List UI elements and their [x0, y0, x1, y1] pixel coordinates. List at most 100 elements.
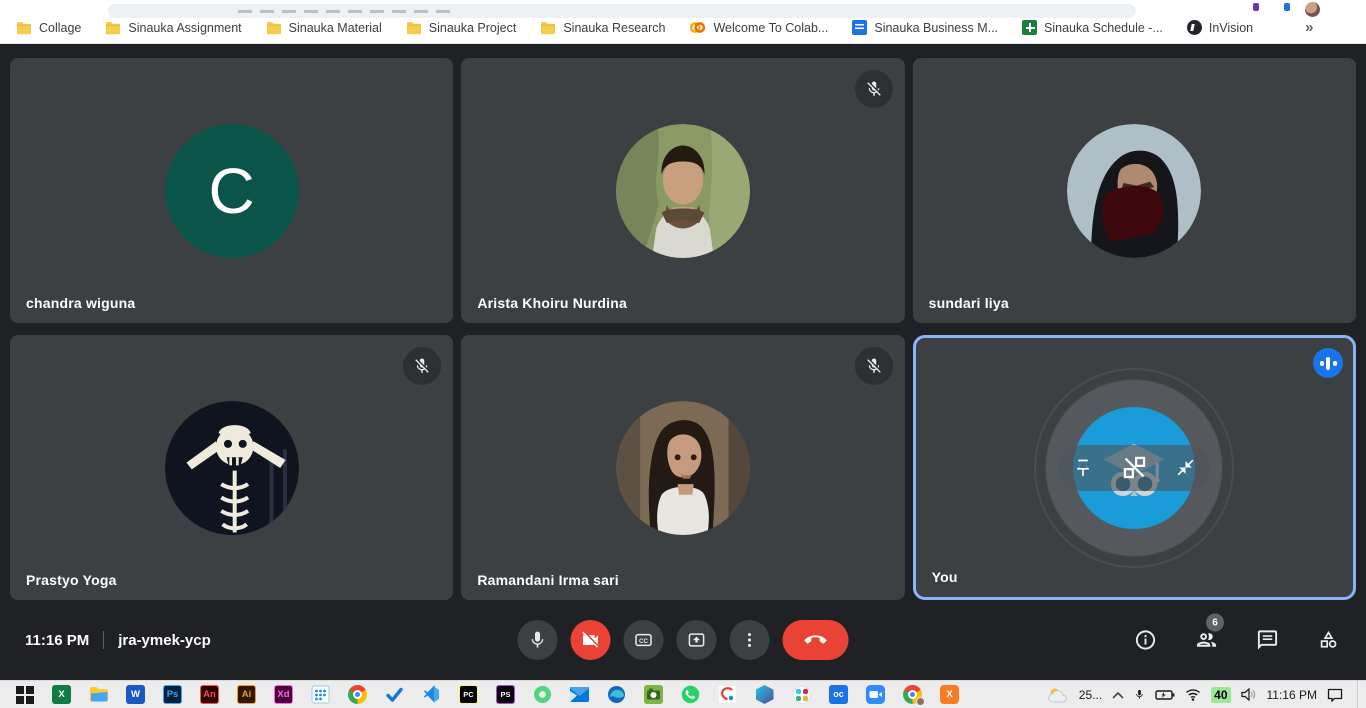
- folder-icon: [540, 21, 556, 35]
- participant-count-badge: 6: [1206, 614, 1224, 632]
- participant-name: Arista Khoiru Nurdina: [477, 295, 627, 311]
- tray-expand-chevron-icon[interactable]: [1112, 691, 1124, 699]
- taskbar-hexagon-app[interactable]: [746, 681, 783, 708]
- present-button[interactable]: [677, 620, 717, 660]
- taskbar-pinwheel-app[interactable]: [783, 681, 820, 708]
- taskbar-corel[interactable]: [709, 681, 746, 708]
- captions-icon: CC: [634, 630, 654, 650]
- svg-text:CC: CC: [639, 638, 649, 645]
- video-camera-icon: [866, 685, 885, 704]
- bookmark-label: Welcome To Colab...: [713, 21, 828, 35]
- pin-tile-button[interactable]: [1073, 458, 1093, 478]
- tray-battery-icon[interactable]: [1155, 689, 1175, 701]
- bookmark-welcome-colab[interactable]: Welcome To Colab...: [689, 20, 828, 35]
- taskbar-chrome[interactable]: [339, 681, 376, 708]
- battery-percent-badge[interactable]: 40: [1211, 687, 1230, 703]
- bookmarks-overflow-chevron-icon[interactable]: »: [1301, 19, 1317, 36]
- bookmark-label: InVision: [1209, 21, 1253, 35]
- bookmark-sinauka-project[interactable]: Sinauka Project: [406, 21, 517, 35]
- chat-icon: [1256, 629, 1279, 652]
- taskbar-edge[interactable]: [598, 681, 635, 708]
- animate-icon: An: [200, 685, 219, 704]
- microphone-button[interactable]: [518, 620, 558, 660]
- participant-tile-arista[interactable]: Arista Khoiru Nurdina: [461, 58, 904, 323]
- captions-button[interactable]: CC: [624, 620, 664, 660]
- more-options-button[interactable]: [730, 620, 770, 660]
- bookmark-sinauka-schedule[interactable]: Sinauka Schedule -...: [1022, 20, 1163, 35]
- taskbar-calendar[interactable]: [302, 681, 339, 708]
- minimize-tile-button[interactable]: [1176, 458, 1195, 477]
- bookmark-collage[interactable]: Collage: [16, 21, 81, 35]
- taskbar-excel[interactable]: X: [43, 681, 80, 708]
- taskbar-mail[interactable]: [561, 681, 598, 708]
- bookmark-sinauka-business[interactable]: Sinauka Business M...: [852, 20, 998, 35]
- extension-icon[interactable]: [1253, 3, 1259, 11]
- meeting-clock: 11:16 PM: [25, 632, 89, 649]
- taskbar-vscode[interactable]: [413, 681, 450, 708]
- start-button[interactable]: [6, 681, 43, 708]
- participant-tile-chandra[interactable]: C chandra wiguna: [10, 58, 453, 323]
- remove-tile-button[interactable]: [1121, 454, 1148, 481]
- tray-clock[interactable]: 11:16 PM: [1267, 688, 1317, 702]
- chat-button[interactable]: [1256, 629, 1279, 652]
- weather-icon[interactable]: [1047, 687, 1069, 703]
- leave-call-button[interactable]: [783, 620, 849, 660]
- taskbar-xampp[interactable]: X: [931, 681, 968, 708]
- chrome-icon: [348, 685, 367, 704]
- profile-badge: [916, 697, 925, 706]
- windows-taskbar: X W Ps An Ai Xd PC PS oc X: [0, 680, 1366, 708]
- bookmark-sinauka-material[interactable]: Sinauka Material: [266, 21, 382, 35]
- camera-off-button[interactable]: [571, 620, 611, 660]
- taskbar-pycharm[interactable]: PC: [450, 681, 487, 708]
- tray-wifi-icon[interactable]: [1185, 688, 1201, 701]
- bookmark-label: Sinauka Assignment: [128, 21, 241, 35]
- weather-temperature[interactable]: 25...: [1079, 688, 1102, 702]
- participants-button[interactable]: 6: [1195, 629, 1218, 652]
- taskbar-whatsapp[interactable]: [672, 681, 709, 708]
- meeting-details-button[interactable]: [1134, 629, 1157, 652]
- taskbar-android-app[interactable]: [524, 681, 561, 708]
- taskbar-oc-app[interactable]: oc: [820, 681, 857, 708]
- action-center-icon[interactable]: [1327, 688, 1343, 702]
- present-screen-icon: [687, 630, 707, 650]
- whatsapp-icon: [681, 685, 700, 704]
- participant-tile-prastyo[interactable]: Prastyo Yoga: [10, 335, 453, 600]
- bookmark-label: Sinauka Project: [429, 21, 517, 35]
- participant-tile-sundari[interactable]: sundari liya: [913, 58, 1356, 323]
- bookmark-invision[interactable]: InVision: [1187, 20, 1253, 35]
- taskbar-file-explorer[interactable]: [80, 681, 117, 708]
- avatar-wrap: [461, 58, 904, 323]
- show-desktop-button[interactable]: [1357, 681, 1362, 708]
- browser-profile-avatar[interactable]: [1305, 2, 1320, 17]
- bookmark-sinauka-research[interactable]: Sinauka Research: [540, 21, 665, 35]
- taskbar-camera-app[interactable]: [635, 681, 672, 708]
- taskbar-photoshop[interactable]: Ps: [154, 681, 191, 708]
- extension-icon[interactable]: [1284, 3, 1290, 11]
- bookmark-sinauka-assignment[interactable]: Sinauka Assignment: [105, 21, 241, 35]
- taskbar-video-app[interactable]: [857, 681, 894, 708]
- avatar-wrap: C: [10, 58, 453, 323]
- folder-icon: [406, 21, 422, 35]
- tray-microphone-icon[interactable]: [1134, 687, 1145, 702]
- tile-hover-menu: [1058, 445, 1210, 491]
- participant-tile-ramandani[interactable]: Ramandani Irma sari: [461, 335, 904, 600]
- participant-name: chandra wiguna: [26, 295, 135, 311]
- taskbar-chrome-profile[interactable]: [894, 681, 931, 708]
- call-controls: CC: [518, 620, 849, 660]
- participant-tile-you[interactable]: You: [913, 335, 1356, 600]
- taskbar-word[interactable]: W: [117, 681, 154, 708]
- taskbar-check-app[interactable]: [376, 681, 413, 708]
- folder-icon: [105, 21, 121, 35]
- vscode-icon: [422, 685, 441, 704]
- word-icon: W: [126, 685, 145, 704]
- videocam-off-icon: [581, 630, 601, 650]
- taskbar-animate[interactable]: An: [191, 681, 228, 708]
- tray-volume-icon[interactable]: [1241, 688, 1257, 701]
- android-icon: [533, 685, 552, 704]
- activities-button[interactable]: [1317, 629, 1340, 652]
- address-bar[interactable]: [108, 4, 1136, 18]
- taskbar-illustrator[interactable]: Ai: [228, 681, 265, 708]
- avatar-photo: [1067, 124, 1201, 258]
- taskbar-xd[interactable]: Xd: [265, 681, 302, 708]
- taskbar-phpstorm[interactable]: PS: [487, 681, 524, 708]
